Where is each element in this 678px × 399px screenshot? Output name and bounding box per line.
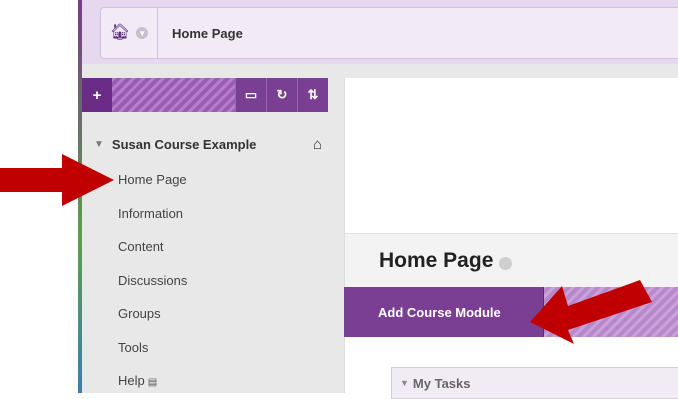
course-menu-toolbar: + ▭ ↻ ⇅ (82, 78, 328, 112)
breadcrumb: 🏠︎ ▼ Home Page (100, 7, 678, 59)
home-icon[interactable]: ⌂ (313, 136, 322, 153)
add-menu-item-button[interactable]: + (82, 78, 112, 112)
sidebar-item-label: Help (118, 373, 145, 388)
course-name: Susan Course Example (111, 137, 257, 152)
collapse-triangle-icon[interactable]: ▼ (400, 378, 409, 388)
red-arrow-annotation (0, 154, 114, 206)
course-menu: + ▭ ↻ ⇅ ▼ Susan Course Example ⌂ Home Pa… (82, 64, 342, 393)
red-arrow-annotation (530, 280, 652, 344)
sidebar-item-information[interactable]: Information (118, 198, 187, 232)
sidebar-item-label: Information (118, 205, 184, 221)
sidebar-item-label: Groups (118, 306, 161, 321)
sidebar-item-tools[interactable]: Tools (118, 332, 187, 366)
sidebar-item-help[interactable]: Help ▤ (118, 365, 187, 399)
sidebar-item-content[interactable]: Content (118, 231, 187, 265)
modules-area: ▼ My Tasks (344, 337, 678, 399)
sidebar-item-label: Home Page (118, 172, 187, 187)
sort-icon[interactable]: ⇅ (297, 78, 328, 112)
page-title: Home Page (379, 249, 494, 272)
module-header[interactable]: ▼ My Tasks (391, 367, 678, 399)
toolbar-stripe (112, 78, 235, 112)
breadcrumb-home-button[interactable]: 🏠︎ ▼ (101, 8, 158, 58)
sidebar-item-groups[interactable]: Groups (118, 298, 187, 332)
folder-icon[interactable]: ▭ (235, 78, 266, 112)
refresh-icon[interactable]: ↻ (266, 78, 297, 112)
course-nav-list: Home Page Information Content Discussion… (118, 164, 187, 399)
external-link-icon: ▤ (147, 377, 158, 388)
sidebar-item-label: Discussions (118, 272, 188, 288)
collapse-triangle-icon[interactable]: ▼ (94, 139, 104, 150)
home-icon: 🏠︎ (109, 24, 131, 41)
sidebar-item-label: Content (118, 239, 164, 254)
sidebar-item-discussions[interactable]: Discussions (118, 265, 187, 299)
add-course-module-button[interactable]: Add Course Module (344, 287, 544, 337)
chevron-down-icon[interactable] (499, 256, 513, 270)
breadcrumb-title: Home Page (172, 25, 243, 41)
sidebar-item-home-page[interactable]: Home Page (118, 164, 187, 198)
course-title-row[interactable]: ▼ Susan Course Example ⌂ (94, 136, 322, 153)
module-title: My Tasks (412, 375, 471, 391)
chevron-down-icon[interactable]: ▼ (136, 27, 149, 39)
sidebar-item-label: Tools (118, 339, 149, 355)
header-bar: 🏠︎ ▼ Home Page (82, 0, 678, 65)
content-area (344, 78, 678, 233)
